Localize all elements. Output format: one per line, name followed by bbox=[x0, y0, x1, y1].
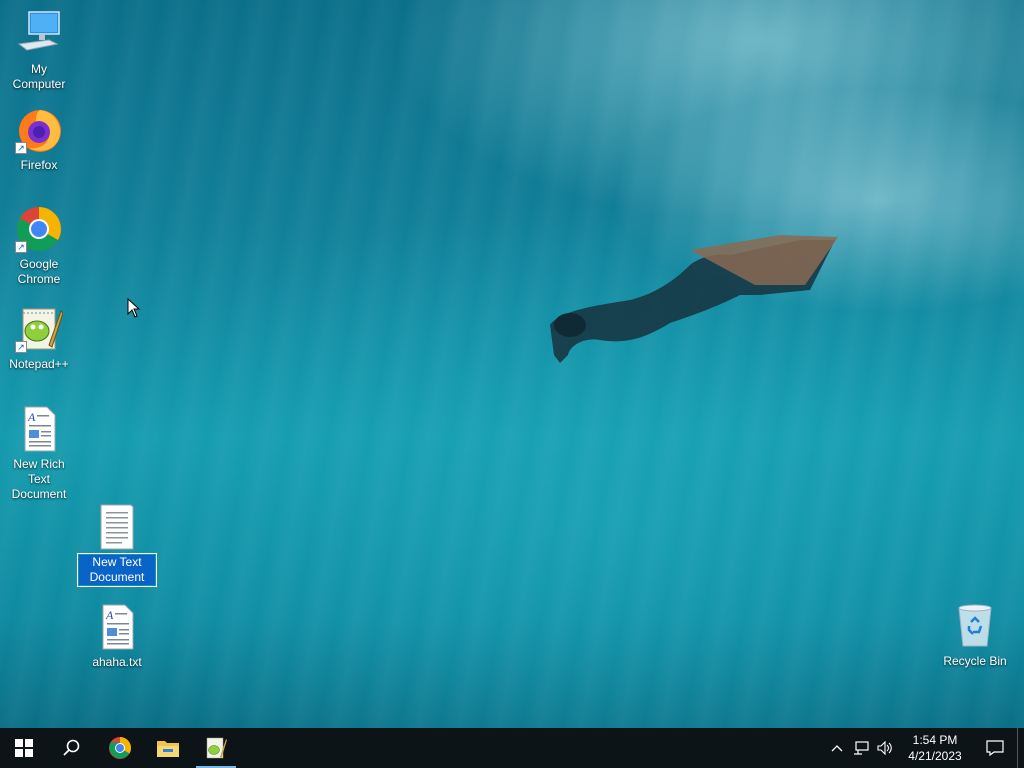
notepad-plus-plus-icon bbox=[206, 737, 227, 759]
taskbar-chrome-button[interactable] bbox=[96, 728, 144, 768]
windows-start-icon bbox=[15, 739, 33, 757]
mouse-pointer-icon bbox=[127, 298, 141, 318]
action-center-button[interactable] bbox=[973, 728, 1017, 768]
desktop-icon-firefox[interactable]: ↗ Firefox bbox=[1, 106, 77, 173]
show-hidden-icons-button[interactable] bbox=[825, 728, 849, 768]
desktop-icon-label: Firefox bbox=[20, 158, 58, 172]
chrome-icon bbox=[109, 737, 131, 759]
volume-button[interactable] bbox=[873, 728, 897, 768]
desktop-icon-label: Google Chrome bbox=[17, 257, 61, 286]
desktop-icon-label: My Computer bbox=[12, 62, 66, 91]
show-desktop-button[interactable] bbox=[1017, 728, 1024, 768]
chrome-icon: ↗ bbox=[15, 205, 63, 253]
freediver-image bbox=[550, 235, 838, 363]
svg-text:A: A bbox=[105, 608, 114, 622]
system-tray: 1:54 PM 4/21/2023 bbox=[825, 728, 1024, 768]
desktop-icon-google-chrome[interactable]: ↗ Google Chrome bbox=[1, 205, 77, 287]
desktop-icon-new-rich-text-document[interactable]: A New Rich Text Document bbox=[1, 405, 77, 502]
desktop-icon-my-computer[interactable]: My Computer bbox=[1, 10, 77, 92]
text-document-icon bbox=[93, 503, 141, 551]
taskbar-file-explorer-button[interactable] bbox=[144, 728, 192, 768]
network-icon bbox=[854, 741, 869, 755]
file-explorer-icon bbox=[157, 741, 179, 757]
chevron-up-icon bbox=[831, 745, 843, 752]
desktop-icon-label: ahaha.txt bbox=[92, 655, 142, 669]
computer-icon bbox=[15, 10, 63, 58]
taskbar-notepad-plus-plus-button[interactable] bbox=[192, 728, 240, 768]
search-icon bbox=[63, 739, 80, 756]
rename-text-field[interactable]: New Text Document bbox=[77, 553, 157, 587]
rich-text-document-icon: A bbox=[15, 405, 63, 453]
rich-text-document-icon: A bbox=[93, 603, 141, 651]
taskbar-clock[interactable]: 1:54 PM 4/21/2023 bbox=[897, 732, 973, 764]
notification-icon bbox=[986, 740, 1004, 756]
firefox-icon: ↗ bbox=[15, 106, 63, 154]
network-button[interactable] bbox=[849, 728, 873, 768]
recycle-bin-icon bbox=[951, 602, 999, 650]
search-button[interactable] bbox=[48, 728, 96, 768]
shortcut-arrow-icon: ↗ bbox=[15, 241, 27, 253]
desktop-icon-new-text-document[interactable]: New Text Document bbox=[77, 503, 157, 587]
desktop-background[interactable]: My Computer ↗ Firefox ↗ Google Chrome ↗ … bbox=[0, 0, 1024, 728]
clock-date: 4/21/2023 bbox=[908, 749, 962, 763]
speaker-icon bbox=[877, 741, 892, 755]
shortcut-arrow-icon: ↗ bbox=[15, 142, 27, 154]
desktop-icon-ahaha-txt[interactable]: A ahaha.txt bbox=[79, 603, 155, 670]
taskbar: 1:54 PM 4/21/2023 bbox=[0, 728, 1024, 768]
shortcut-arrow-icon: ↗ bbox=[15, 341, 27, 353]
start-button[interactable] bbox=[0, 728, 48, 768]
desktop-icon-label: Notepad++ bbox=[9, 357, 69, 371]
desktop-icon-notepad-plus-plus[interactable]: ↗ Notepad++ bbox=[1, 305, 77, 372]
desktop-icon-recycle-bin[interactable]: Recycle Bin bbox=[937, 602, 1013, 669]
desktop-icon-label: Recycle Bin bbox=[943, 654, 1007, 668]
desktop-icon-label: New Rich Text Document bbox=[11, 457, 67, 501]
clock-time: 1:54 PM bbox=[912, 733, 958, 747]
svg-text:A: A bbox=[27, 410, 36, 424]
notepad-plus-plus-icon: ↗ bbox=[15, 305, 64, 353]
